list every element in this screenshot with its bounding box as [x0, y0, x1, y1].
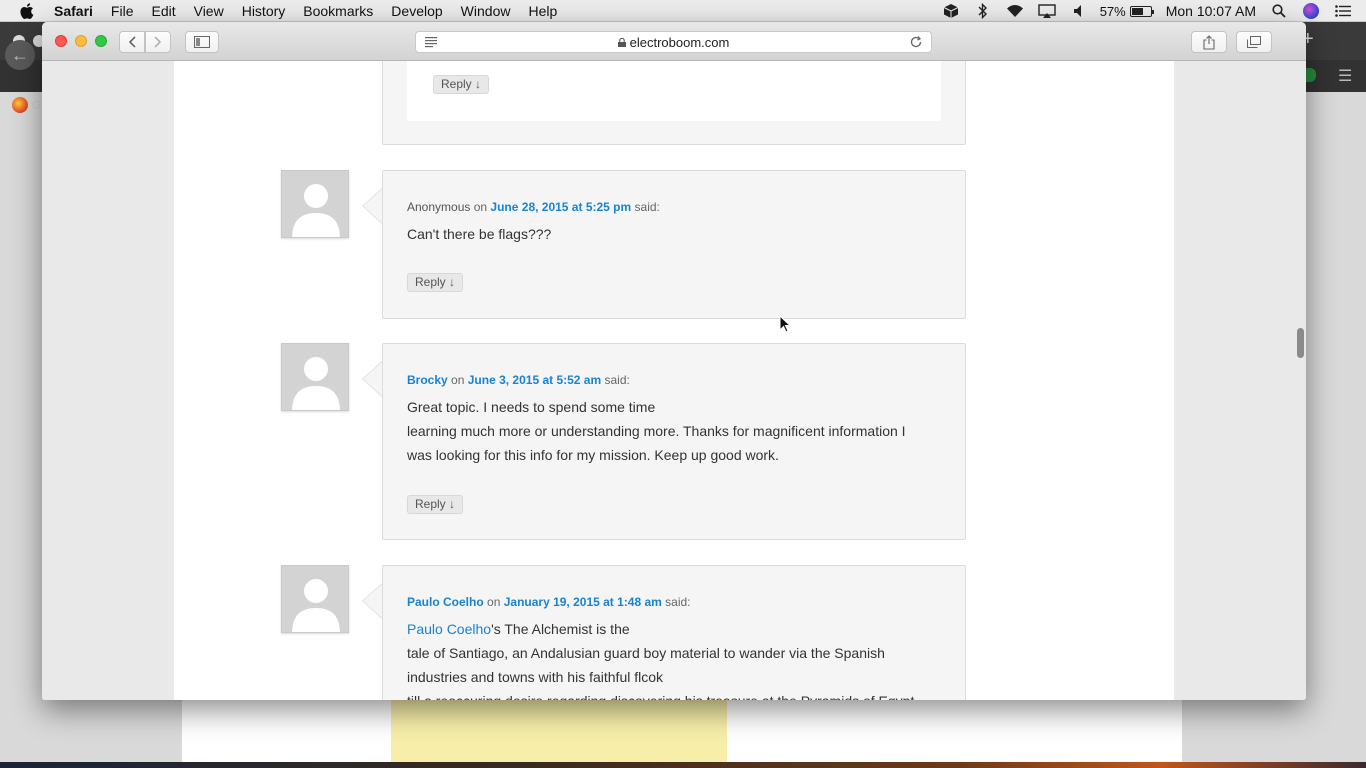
comment-connector: on: [487, 595, 501, 609]
menu-view[interactable]: View: [194, 0, 224, 22]
default-avatar-icon: [282, 344, 348, 410]
comment-pointer: [362, 361, 382, 397]
url-text: electroboom.com: [629, 35, 730, 50]
battery-icon[interactable]: [1129, 5, 1154, 17]
bluetooth-icon[interactable]: [974, 3, 992, 19]
reply-button[interactable]: Reply ↓: [407, 273, 464, 292]
comment-said: said:: [634, 200, 660, 214]
wifi-icon[interactable]: [1006, 3, 1024, 19]
forward-button[interactable]: [145, 31, 171, 53]
web-content: Reply ↓ Anonymous on June 28, 2015 at 5:…: [42, 61, 1306, 700]
mouse-cursor-icon: [779, 315, 791, 333]
package-icon[interactable]: [942, 3, 960, 19]
comment-date-link[interactable]: June 3, 2015 at 5:52 am: [468, 373, 601, 387]
airplay-icon[interactable]: [1037, 3, 1056, 19]
reply-button[interactable]: Reply ↓: [407, 495, 464, 514]
default-avatar-icon: [282, 171, 348, 237]
comment-line: was looking for this info for my mission…: [407, 447, 779, 463]
tabs-overview-icon: [1247, 36, 1261, 48]
inline-author-link[interactable]: Paulo Coelho: [407, 621, 491, 637]
menu-bar-status-area: 57% Mon 10:07 AM: [928, 0, 1366, 22]
comment-meta: Anonymous on June 28, 2015 at 5:25 pm sa…: [407, 200, 660, 214]
safari-window: electroboom.com Reply ↓ Anonymous on Jun…: [42, 22, 1306, 700]
background-highlight-block: [391, 700, 727, 768]
comment-line: Paulo Coelho's The Alchemist is the: [407, 617, 947, 641]
fullscreen-window-button[interactable]: [95, 35, 107, 47]
reload-icon[interactable]: [909, 35, 923, 49]
page-body: Reply ↓ Anonymous on June 28, 2015 at 5:…: [174, 61, 1174, 700]
comment-date-link[interactable]: June 28, 2015 at 5:25 pm: [490, 200, 631, 214]
comment-date-link[interactable]: January 19, 2015 at 1:48 am: [504, 595, 662, 609]
comment-line: industries and towns with his faithful f…: [407, 669, 664, 685]
comment-line: Great topic. I needs to spend some time: [407, 399, 656, 415]
comment-connector: on: [451, 373, 465, 387]
background-back-icon[interactable]: ←: [5, 40, 35, 70]
comment-line: Can't there be flags???: [407, 226, 552, 242]
share-icon: [1203, 34, 1215, 50]
menu-develop[interactable]: Develop: [391, 0, 442, 22]
volume-icon[interactable]: [1070, 3, 1088, 19]
comment-text: Paulo Coelho's The Alchemist is the tale…: [407, 617, 947, 700]
siri-icon[interactable]: [1302, 3, 1320, 19]
sidebar-toggle-button[interactable]: [185, 31, 219, 53]
close-window-button[interactable]: [55, 35, 67, 47]
siri-orb: [1303, 3, 1319, 19]
address-bar[interactable]: electroboom.com: [415, 31, 932, 53]
background-menu-icon[interactable]: ☰: [1338, 66, 1352, 86]
chevron-left-icon: [128, 36, 136, 48]
menu-app-name[interactable]: Safari: [54, 0, 93, 22]
background-extension-icon[interactable]: [1306, 68, 1316, 82]
comment-said: said:: [604, 373, 630, 387]
url-display[interactable]: electroboom.com: [416, 35, 931, 50]
menu-help[interactable]: Help: [528, 0, 557, 22]
menu-bar: Safari File Edit View History Bookmarks …: [0, 0, 1366, 22]
lock-icon: [617, 38, 626, 47]
comment-author-link[interactable]: Brocky: [407, 373, 448, 387]
default-avatar-icon: [282, 566, 348, 632]
battery-percent[interactable]: 57%: [1100, 4, 1126, 19]
menu-history[interactable]: History: [242, 0, 286, 22]
share-button[interactable]: [1191, 31, 1227, 53]
clock[interactable]: Mon 10:07 AM: [1166, 3, 1256, 19]
menu-window[interactable]: Window: [461, 0, 511, 22]
minimize-window-button[interactable]: [75, 35, 87, 47]
comment-line: tale of Santiago, an Andalusian guard bo…: [407, 645, 885, 661]
avatar: [281, 343, 349, 411]
comment-meta: Brocky on June 3, 2015 at 5:52 am said:: [407, 373, 630, 387]
comment-text: Can't there be flags???: [407, 222, 551, 246]
reply-button[interactable]: Reply ↓: [433, 75, 490, 94]
comment-line: learning much more or understanding more…: [407, 423, 906, 439]
sidebar-icon: [194, 36, 210, 48]
safari-toolbar: electroboom.com: [42, 22, 1306, 61]
menu-bookmarks[interactable]: Bookmarks: [303, 0, 373, 22]
show-tabs-button[interactable]: [1236, 31, 1272, 53]
desktop-wallpaper: [0, 762, 1366, 768]
background-bookmark-label[interactable]: G: [32, 98, 41, 112]
avatar: [281, 565, 349, 633]
comment-author-link[interactable]: Paulo Coelho: [407, 595, 484, 609]
comment-author: Anonymous: [407, 200, 471, 214]
battery-level-fill: [1131, 7, 1144, 15]
notification-center-icon[interactable]: [1334, 3, 1352, 19]
comment-meta: Paulo Coelho on January 19, 2015 at 1:48…: [407, 595, 691, 609]
firefox-icon: [12, 97, 28, 113]
comment-text: Great topic. I needs to spend some time …: [407, 395, 947, 467]
chevron-right-icon: [154, 36, 162, 48]
comment-said: said:: [665, 595, 691, 609]
spotlight-search-icon[interactable]: [1270, 3, 1288, 19]
comment-line-rest: 's The Alchemist is the: [491, 621, 630, 637]
apple-menu-icon[interactable]: [18, 2, 36, 20]
comment-line: till a reoccuring desire regarding disco…: [407, 689, 947, 700]
comment-connector: on: [473, 200, 488, 214]
avatar: [281, 170, 349, 238]
comment-pointer: [362, 583, 382, 619]
menu-edit[interactable]: Edit: [151, 0, 175, 22]
comment-pointer: [362, 188, 382, 224]
back-button[interactable]: [119, 31, 145, 53]
menu-file[interactable]: File: [111, 0, 134, 22]
vertical-scrollbar-thumb[interactable]: [1297, 328, 1304, 358]
